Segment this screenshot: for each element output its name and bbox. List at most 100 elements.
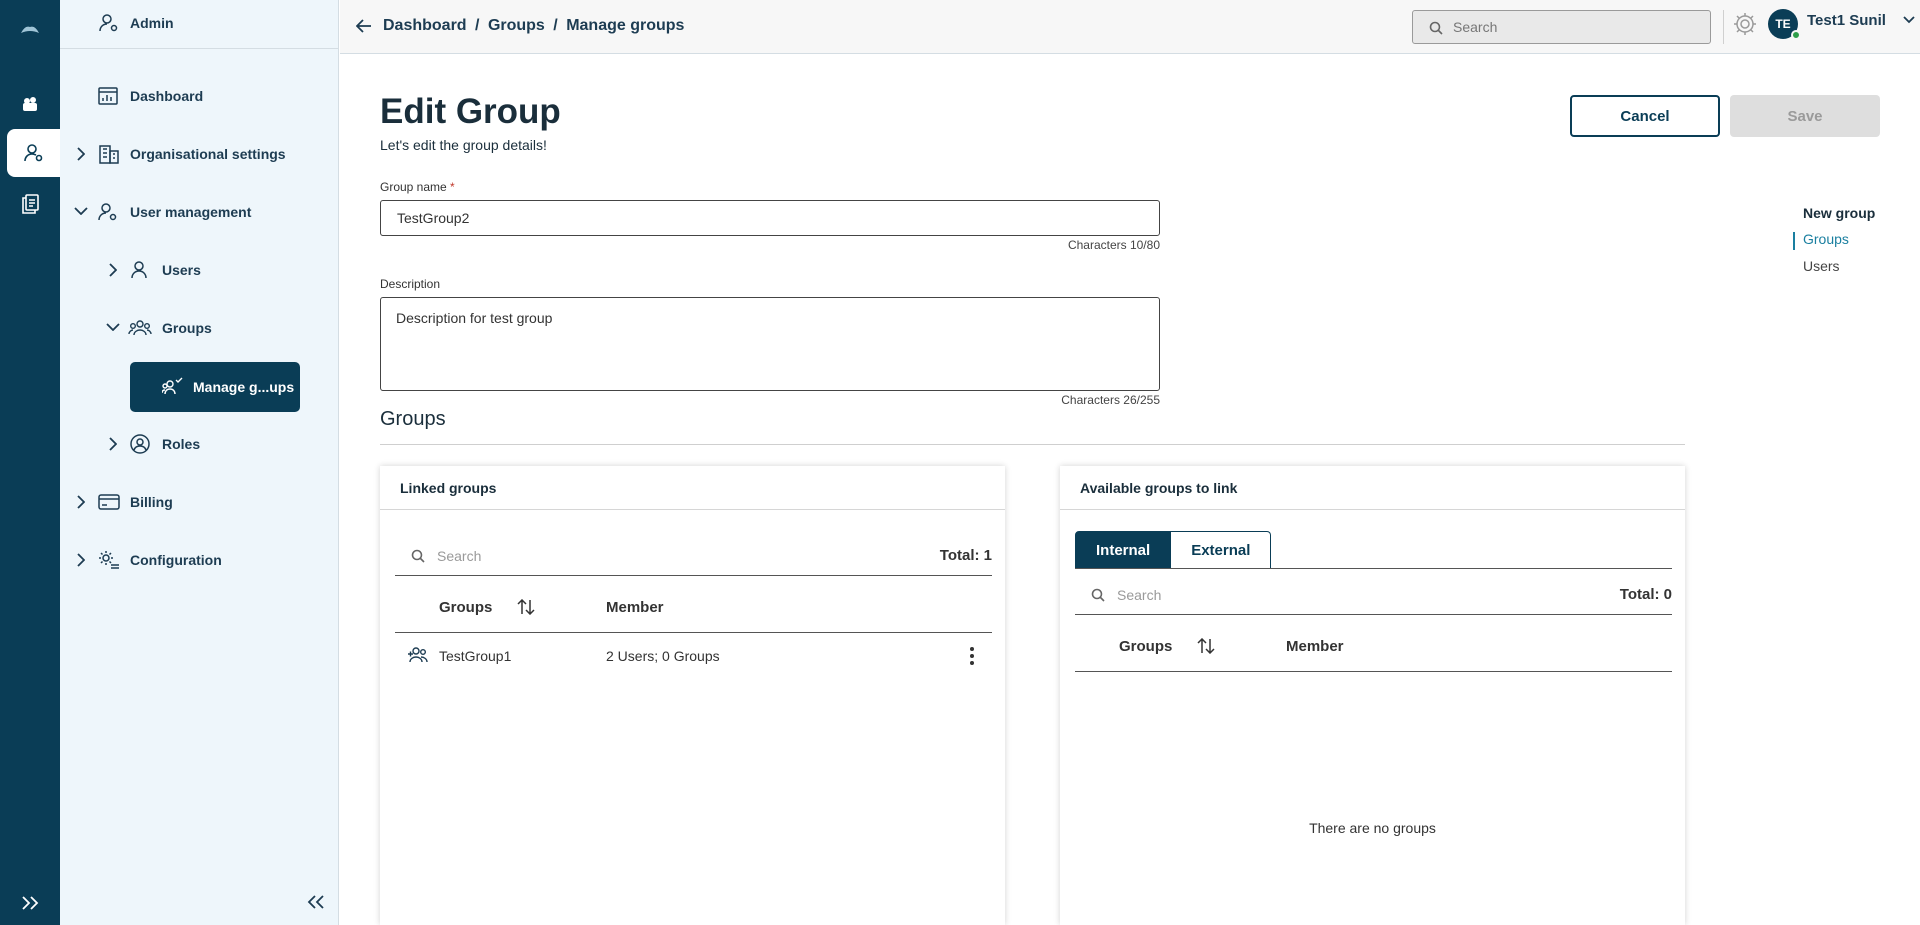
card-header: Available groups to link	[1060, 466, 1685, 510]
sidebar-item-label: Configuration	[130, 552, 222, 568]
column-groups[interactable]: Groups	[1119, 638, 1172, 655]
description-counter: Characters 26/255	[1061, 393, 1160, 407]
role-icon	[130, 434, 150, 454]
anchor-new-group[interactable]: New group	[1803, 205, 1875, 221]
anchor-active-indicator	[1793, 232, 1795, 250]
documents-icon[interactable]	[0, 180, 60, 228]
breadcrumb-separator: /	[475, 17, 480, 34]
card-header: Linked groups	[380, 466, 1005, 510]
sidebar-item-users[interactable]: Users	[60, 255, 339, 285]
available-groups-title: Available groups to link	[1080, 480, 1238, 496]
user-settings-icon	[98, 202, 118, 222]
sidebar-item-label: Groups	[162, 320, 212, 336]
chevron-down-icon	[106, 323, 120, 331]
linked-groups-search[interactable]: Total: 1	[395, 536, 992, 576]
sidebar-item-label: Dashboard	[130, 88, 204, 104]
back-arrow-icon[interactable]	[356, 19, 372, 33]
chevron-down-icon[interactable]	[1903, 16, 1915, 24]
column-member: Member	[1286, 638, 1344, 655]
save-button[interactable]: Save	[1730, 95, 1880, 137]
breadcrumb-dashboard[interactable]: Dashboard	[383, 17, 467, 34]
available-groups-total: Total: 0	[1619, 586, 1672, 603]
expand-rail-icon[interactable]	[21, 896, 39, 910]
linked-groups-search-input[interactable]	[437, 546, 737, 566]
admin-icon	[99, 13, 119, 33]
chevron-right-icon	[109, 263, 117, 277]
sidebar-item-user-management[interactable]: User management	[60, 197, 339, 227]
member-cell: 2 Users; 0 Groups	[606, 648, 720, 664]
sidebar-item-manage-groups[interactable]: Manage g...ups	[130, 362, 300, 412]
sidebar-title: Admin	[130, 15, 174, 31]
table-header: Groups Member	[395, 582, 992, 633]
collapse-sidebar-icon[interactable]	[307, 895, 325, 909]
user-admin-icon[interactable]	[7, 129, 60, 177]
cancel-button[interactable]: Cancel	[1570, 95, 1720, 137]
building-icon	[98, 144, 120, 164]
sidebar-item-dashboard[interactable]: Dashboard	[60, 81, 339, 111]
manage-groups-icon	[162, 376, 184, 396]
chevron-right-icon	[77, 495, 85, 509]
online-status-dot	[1791, 30, 1801, 40]
sidebar-item-label: Users	[162, 262, 201, 278]
logo-icon[interactable]	[0, 6, 60, 54]
empty-state-text: There are no groups	[1309, 820, 1436, 836]
page-title: Edit Group	[380, 92, 561, 131]
page-subtitle: Let's edit the group details!	[380, 137, 547, 153]
sidebar-item-configuration[interactable]: Configuration	[60, 545, 339, 575]
gear-icon[interactable]	[1732, 11, 1758, 37]
column-member: Member	[606, 599, 664, 616]
search-icon	[1091, 588, 1105, 602]
cloud-services-icon[interactable]	[0, 80, 60, 128]
description-label: Description	[380, 277, 441, 291]
anchor-groups[interactable]: Groups	[1803, 231, 1849, 247]
required-marker: *	[450, 180, 455, 194]
breadcrumb: Dashboard / Groups / Manage groups	[383, 17, 688, 35]
table-header: Groups Member	[1075, 621, 1672, 672]
global-search-input[interactable]	[1453, 17, 1693, 37]
table-row[interactable]: TestGroup1 2 Users; 0 Groups	[395, 634, 992, 679]
tab-external[interactable]: External	[1171, 531, 1272, 569]
search-icon	[1429, 21, 1443, 35]
tab-divider	[1075, 568, 1672, 569]
global-search[interactable]	[1412, 10, 1711, 44]
group-name-label: Group name *	[380, 180, 455, 194]
chevron-right-icon	[77, 147, 85, 161]
top-bar: Dashboard / Groups / Manage groups TE Te…	[340, 0, 1920, 54]
sidebar-item-roles[interactable]: Roles	[60, 429, 339, 459]
sidebar-item-organisational-settings[interactable]: Organisational settings	[60, 139, 339, 169]
group-name-cell: TestGroup1	[439, 648, 512, 664]
sidebar-item-label: Organisational settings	[130, 146, 286, 162]
group-name-input[interactable]	[380, 200, 1160, 236]
sidebar-item-groups[interactable]: Groups	[60, 313, 339, 343]
configuration-icon	[98, 550, 120, 570]
linked-groups-total: Total: 1	[939, 547, 992, 564]
sidebar-item-billing[interactable]: Billing	[60, 487, 339, 517]
column-groups[interactable]: Groups	[439, 599, 492, 616]
sidebar-item-label: Manage g...ups	[193, 379, 295, 395]
credit-card-icon	[98, 492, 120, 512]
group-icon	[128, 318, 152, 338]
group-name-label-text: Group name	[380, 180, 447, 194]
more-options-icon[interactable]	[969, 646, 975, 666]
group-name-counter: Characters 10/80	[1067, 238, 1160, 252]
section-divider	[380, 444, 1685, 445]
tab-internal[interactable]: Internal	[1075, 531, 1172, 569]
chevron-down-icon	[74, 207, 88, 215]
dashboard-icon	[98, 86, 118, 106]
available-groups-search-input[interactable]	[1117, 585, 1417, 605]
search-icon	[411, 549, 425, 563]
username[interactable]: Test1 Sunil	[1807, 12, 1886, 29]
topbar-divider	[1723, 10, 1724, 44]
available-groups-search[interactable]: Total: 0	[1075, 575, 1672, 615]
anchor-users[interactable]: Users	[1803, 258, 1840, 274]
breadcrumb-separator: /	[553, 17, 558, 34]
sort-icon[interactable]	[1197, 638, 1215, 654]
sidebar-item-label: Billing	[130, 494, 173, 510]
group-icon	[407, 646, 429, 664]
linked-groups-title: Linked groups	[400, 480, 497, 496]
breadcrumb-groups[interactable]: Groups	[488, 17, 545, 34]
description-textarea[interactable]: Description for test group	[380, 297, 1160, 391]
sort-icon[interactable]	[517, 599, 535, 615]
user-icon	[130, 260, 148, 280]
sidebar-item-label: User management	[130, 204, 252, 220]
